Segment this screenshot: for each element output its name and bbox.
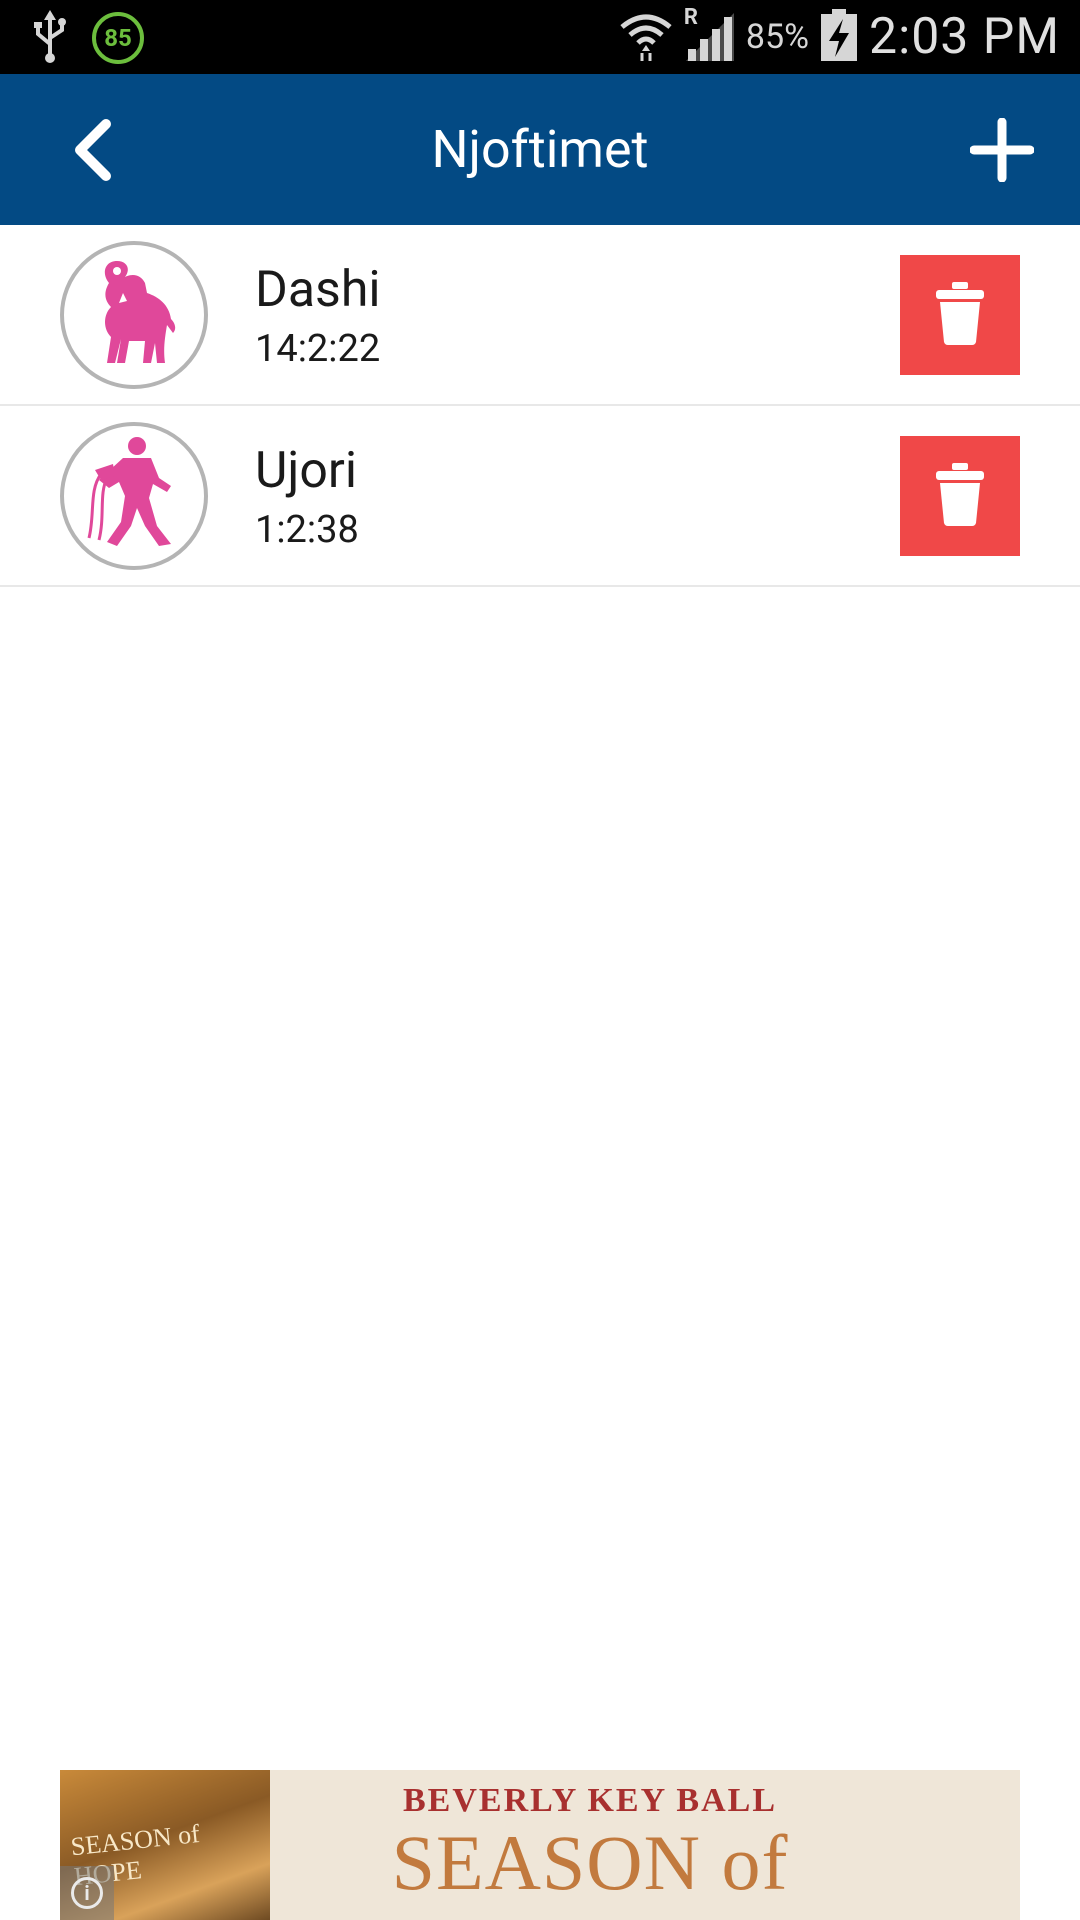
item-name: Dashi (255, 261, 381, 319)
avatar (60, 241, 208, 389)
reminder-list: Dashi 14:2:22 Ujori 1:2:38 (0, 225, 1080, 587)
trash-icon (934, 280, 986, 350)
item-name: Ujori (255, 442, 358, 500)
avatar (60, 422, 208, 570)
app-bar: Njoftimet (0, 74, 1080, 225)
clock: 2:03 PM (868, 8, 1060, 66)
info-icon: i (71, 1877, 103, 1909)
ad-title: SEASON of HOPE (391, 1819, 789, 1920)
trash-icon (934, 461, 986, 531)
ad-banner[interactable]: SEASON of HOPE BEVERLY KEY BALL SEASON o… (60, 1770, 1020, 1920)
plus-icon (969, 117, 1035, 186)
usb-icon (30, 8, 70, 68)
add-button[interactable] (962, 112, 1042, 192)
wifi-icon (618, 7, 674, 67)
list-item[interactable]: Ujori 1:2:38 (0, 406, 1080, 587)
chevron-left-icon (68, 118, 116, 186)
item-time: 1:2:38 (255, 508, 359, 552)
delete-button[interactable] (900, 255, 1020, 375)
notification-badge: 85 (92, 12, 144, 64)
page-title: Njoftimet (431, 119, 649, 180)
aries-icon (79, 253, 189, 377)
item-time: 14:2:22 (255, 327, 381, 371)
signal-icon: R (683, 5, 736, 67)
roaming-label: R (683, 5, 698, 30)
battery-percent: 85% (745, 17, 809, 57)
battery-charging-icon (819, 7, 859, 67)
ad-info-button[interactable]: i (60, 1866, 114, 1920)
aquarius-icon (79, 434, 189, 558)
status-bar: 85 R 85% 2:03 PM (0, 0, 1080, 74)
list-item[interactable]: Dashi 14:2:22 (0, 225, 1080, 406)
delete-button[interactable] (900, 436, 1020, 556)
ad-author: BEVERLY KEY BALL (403, 1782, 777, 1819)
back-button[interactable] (52, 112, 132, 192)
